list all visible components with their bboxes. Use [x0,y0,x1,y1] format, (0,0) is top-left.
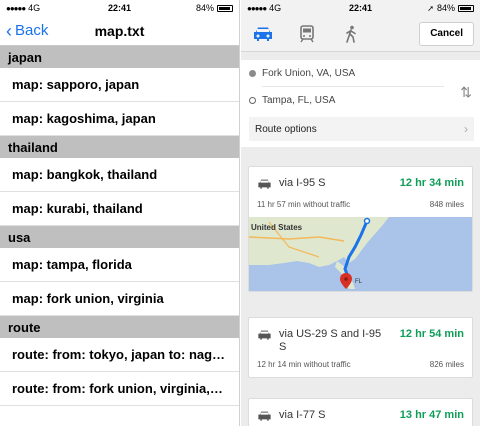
car-icon [258,411,271,421]
mode-transit-button[interactable] [295,23,319,45]
route-via: via US-29 S and I-95 S [279,328,382,353]
status-time: 22:41 [107,3,132,13]
battery-icon [217,4,233,12]
route-via: via I-77 S [279,409,326,421]
chevron-right-icon: › [464,122,468,136]
list-item[interactable]: map: kagoshima, japan [0,102,239,136]
back-label: Back [15,22,49,39]
chevron-left-icon: ‹ [6,20,12,41]
route-duration: 12 hr 34 min [399,177,464,189]
navigation-bar: ‹ Back map.txt [0,16,239,46]
back-button[interactable]: ‹ Back [0,22,48,40]
list-item-label: map: bangkok, thailand [12,167,158,182]
car-icon [258,179,271,189]
list-item[interactable]: route: from: fork union, virginia,… [0,372,239,406]
route-map-preview[interactable]: United States FL [249,217,472,291]
maps-directions-pane: ●●●●● 4G 22:41 ➚ 84% Cancel Fork Union, … [241,0,480,426]
list-item-label: map: kagoshima, japan [12,111,156,126]
list-item-label: map: kurabi, thailand [12,201,143,216]
route-card[interactable]: via US-29 S and I-95 S 12 hr 54 min 12 h… [248,317,473,378]
battery-icon [458,4,474,12]
route-via: via I-95 S [279,177,326,189]
destination-text: Tampa, FL, USA [262,94,336,106]
map-country-label: United States [251,223,303,232]
list-item-label: map: sapporo, japan [12,77,140,92]
route-card[interactable]: via I-95 S 12 hr 34 min 11 hr 57 min wit… [248,166,473,292]
list-item[interactable]: route: from: tokyo, japan to: nag… [0,338,239,372]
split-screenshot: ●●●●● 4G 22:41 84% ‹ Back map.txt japan … [0,0,480,426]
origin-dot-icon [249,69,256,77]
section-header-thailand: thailand [0,136,239,158]
directions-form: Fork Union, VA, USA Tampa, FL, USA Route… [241,60,480,147]
section-header-route: route [0,316,239,338]
map-state-label: FL [355,279,363,285]
route-card[interactable]: via I-77 S 13 hr 47 min [248,398,473,426]
file-viewer-pane: ●●●●● 4G 22:41 84% ‹ Back map.txt japan … [0,0,240,426]
route-options-label: Route options [255,123,317,135]
walk-icon [346,25,356,43]
list-item-label: route: from: tokyo, japan to: nag… [12,347,226,362]
section-header-usa: usa [0,226,239,248]
mode-drive-button[interactable] [251,23,275,45]
status-bar: ●●●●● 4G 22:41 84% [0,0,239,16]
mode-walk-button[interactable] [339,23,363,45]
travel-mode-bar: Cancel [241,16,480,52]
status-time: 22:41 [348,3,373,13]
list-item[interactable]: map: tampa, florida [0,248,239,282]
list-item[interactable]: map: fork union, virginia [0,282,239,316]
transit-icon [300,24,314,42]
origin-field[interactable]: Fork Union, VA, USA [249,60,474,86]
list-item[interactable]: map: sapporo, japan [0,68,239,102]
route-distance: 848 miles [429,200,464,209]
route-duration: 12 hr 54 min [399,328,464,340]
origin-text: Fork Union, VA, USA [262,67,356,79]
list-item-label: route: from: fork union, virginia,… [12,381,223,396]
car-icon [254,27,272,41]
destination-dot-icon [249,96,256,104]
route-distance: 826 miles [429,360,464,369]
route-traffic-note: 11 hr 57 min without traffic [257,200,351,209]
cancel-button[interactable]: Cancel [419,21,474,46]
list-item[interactable]: map: kurabi, thailand [0,192,239,226]
list-item-label: map: tampa, florida [12,257,132,272]
route-traffic-note: 12 hr 14 min without traffic [257,360,351,369]
swap-icon[interactable]: ⇅ [460,84,472,101]
route-duration: 13 hr 47 min [399,409,464,421]
destination-field[interactable]: Tampa, FL, USA [249,87,474,113]
route-options-row[interactable]: Route options › [249,117,474,141]
list-item-label: map: fork union, virginia [12,291,164,306]
status-bar: ●●●●● 4G 22:41 ➚ 84% [241,0,480,16]
list-item[interactable]: map: bangkok, thailand [0,158,239,192]
section-header-japan: japan [0,46,239,68]
car-icon [258,330,271,340]
